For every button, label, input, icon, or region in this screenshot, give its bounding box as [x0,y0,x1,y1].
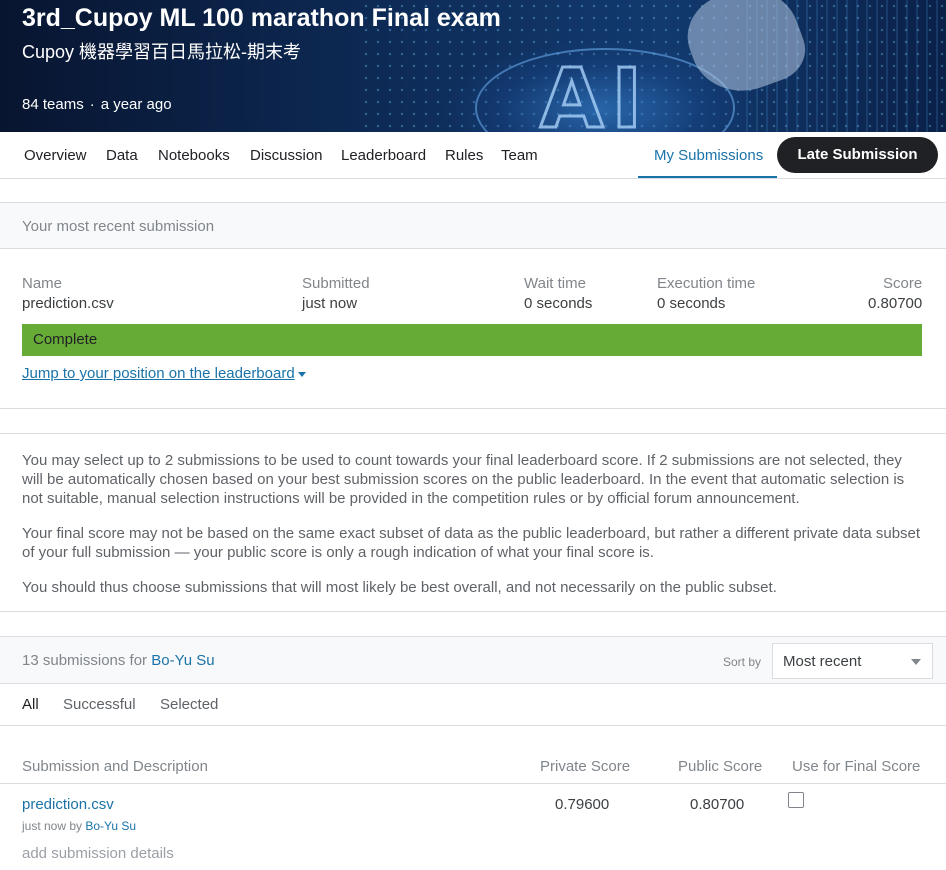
sort-label: Sort by [723,655,762,669]
team-count: 84 teams [22,96,84,113]
tab-my-submissions[interactable]: My Submissions [654,147,763,164]
tab-notebooks[interactable]: Notebooks [158,147,230,164]
use-for-final-score-checkbox[interactable] [788,792,804,808]
final-score-info-paragraph: Your final score may not be based on the… [22,525,921,561]
tab-discussion[interactable]: Discussion [250,147,323,164]
competition-meta: 84 teams · a year ago [22,96,172,113]
sort-selected-value: Most recent [783,653,862,670]
jump-to-leaderboard-link[interactable]: Jump to your position on the leaderboard [22,365,306,382]
tab-rules[interactable]: Rules [445,147,483,164]
chevron-down-icon [911,659,921,665]
recent-file-name: prediction.csv [22,295,114,312]
selection-info-paragraph: You may select up to 2 submissions to be… [22,452,905,507]
recent-score-value: 0.80700 [868,295,923,312]
jump-link-text: Jump to your position on the leaderboard [22,365,295,382]
recent-submitted-value: just now [302,295,358,312]
column-header-public-score: Public Score [678,758,763,775]
submissions-count: 13 submissions for Bo-Yu Su [22,652,215,669]
column-header-description: Submission and Description [22,758,208,775]
submission-byline: just now by Bo-Yu Su [22,819,136,833]
recent-execution-value: 0 seconds [657,295,726,312]
section-divider [0,433,946,434]
submission-file-link[interactable]: prediction.csv [22,796,114,813]
column-header-final-score: Use for Final Score [792,758,921,775]
competition-title: 3rd_Cupoy ML 100 marathon Final exam [22,4,501,32]
choose-info-paragraph: You should thus choose submissions that … [22,579,777,596]
tab-leaderboard[interactable]: Leaderboard [341,147,426,164]
filter-tab-all[interactable]: All [22,696,39,713]
add-submission-details-link[interactable]: add submission details [22,845,174,862]
submission-user-link[interactable]: Bo-Yu Su [85,819,136,833]
caret-down-icon [297,371,306,377]
execution-time-label: Execution time [657,275,756,292]
private-score-value: 0.79600 [555,796,610,813]
section-divider [0,611,946,612]
submission-time: just now by [22,819,83,833]
recent-submission-header: Your most recent submission [0,202,946,249]
submissions-count-text: 13 submissions for [22,652,148,669]
filter-tab-selected[interactable]: Selected [160,696,218,713]
competition-age: a year ago [100,96,172,113]
score-label: Score [883,275,923,292]
submitted-label: Submitted [302,275,370,292]
section-divider [0,725,946,726]
competition-subtitle: Cupoy 機器學習百日馬拉松-期末考 [22,42,302,62]
tab-team[interactable]: Team [501,147,538,164]
meta-separator: · [89,96,95,113]
tab-overview[interactable]: Overview [24,147,87,164]
recent-submission-heading: Your most recent submission [22,218,215,235]
wait-time-label: Wait time [524,275,586,292]
tab-data[interactable]: Data [106,147,138,164]
user-link[interactable]: Bo-Yu Su [151,652,214,669]
table-header-divider [0,783,946,784]
public-score-value: 0.80700 [690,796,745,813]
column-header-private-score: Private Score [540,758,631,775]
submissions-list-header: 13 submissions for Bo-Yu Su Sort by Most… [0,636,946,684]
status-text: Complete [33,331,98,348]
banner-ai-graphic: AI [539,51,650,133]
sort-dropdown[interactable]: Most recent [772,643,933,679]
name-label: Name [22,275,63,292]
recent-wait-value: 0 seconds [524,295,593,312]
active-tab-indicator [638,176,777,178]
section-divider [0,408,946,409]
filter-tab-successful[interactable]: Successful [63,696,136,713]
status-complete-bar: Complete [22,324,922,356]
late-submission-button[interactable]: Late Submission [777,137,938,173]
